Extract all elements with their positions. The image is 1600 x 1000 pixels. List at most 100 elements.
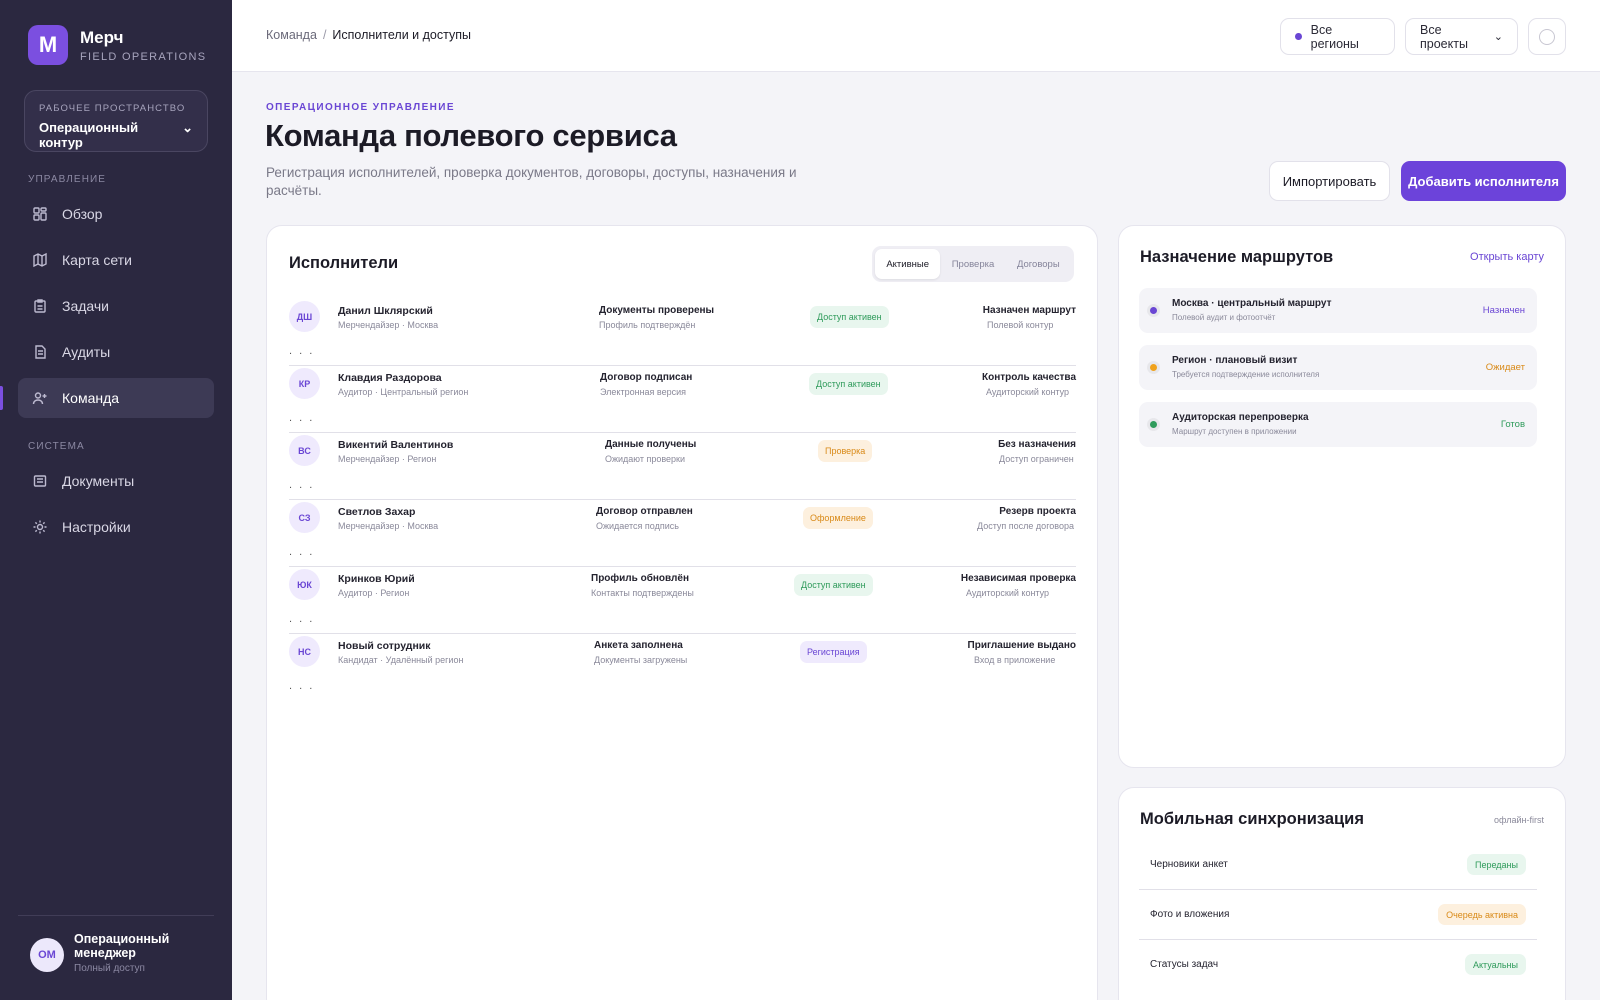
route-title: Аудиторская перепроверка: [1172, 412, 1309, 423]
avatar: КР: [289, 368, 320, 399]
document-substatus: Контакты подтверждены: [591, 588, 694, 598]
document-status: Профиль обновлён: [591, 573, 689, 584]
executors-tabs: Активные Проверка Договоры: [872, 246, 1074, 282]
sync-status-badge: Актуальны: [1464, 954, 1526, 975]
table-row[interactable]: НС Новый сотрудник Кандидат · Удалённый …: [289, 633, 1076, 700]
avatar: ВС: [289, 435, 320, 466]
profile-button[interactable]: [1528, 18, 1566, 55]
assignment-sub: Доступ ограничен: [999, 454, 1074, 464]
sidebar-item-audits[interactable]: Аудиты: [18, 332, 214, 372]
document-substatus: Ожидают проверки: [605, 454, 686, 464]
user-name: Операционный менеджер: [74, 932, 170, 960]
document-substatus: Ожидается подпись: [596, 521, 679, 531]
assignment-sub: Вход в приложение: [974, 655, 1056, 665]
row-more-icon[interactable]: . . .: [289, 613, 314, 625]
route-subtitle: Полевой аудит и фотоотчёт: [1172, 313, 1276, 322]
user-role: Полный доступ: [74, 963, 145, 974]
brand-name: Мерч: [80, 27, 124, 47]
avatar: ОМ: [30, 938, 64, 972]
route-item[interactable]: Регион · плановый визит Требуется подтве…: [1139, 345, 1537, 390]
assignment: Приглашение выдано: [967, 640, 1076, 651]
executor-role: Мерчендайзер · Регион: [338, 454, 437, 464]
assignment-sub: Аудиторский контур: [966, 588, 1050, 598]
status-dot-icon: [1150, 421, 1157, 428]
route-title: Москва · центральный маршрут: [1172, 298, 1332, 309]
row-divider: [289, 365, 1076, 366]
user-profile[interactable]: ОМ Операционный менеджер Полный доступ: [18, 915, 214, 974]
sidebar-item-settings[interactable]: Настройки: [18, 507, 214, 547]
workspace-value: Операционный контур: [39, 120, 139, 150]
document-status: Анкета заполнена: [594, 640, 683, 651]
sync-row: Фото и вложения Очередь активна: [1139, 890, 1537, 940]
routes-card: Назначение маршрутов Открыть карту Москв…: [1118, 225, 1566, 768]
table-row[interactable]: СЗ Светлов Захар Мерчендайзер · Москва Д…: [289, 499, 1076, 566]
table-row[interactable]: ЮК Кринков Юрий Аудитор · Регион Профиль…: [289, 566, 1076, 633]
executor-role: Мерчендайзер · Москва: [338, 521, 439, 531]
table-row[interactable]: ВС Викентий Валентинов Мерчендайзер · Ре…: [289, 432, 1076, 499]
assignment-sub: Аудиторский контур: [986, 387, 1070, 397]
assignment-sub: Полевой контур: [987, 320, 1054, 330]
workspace-label: РАБОЧЕЕ ПРОСТРАНСТВО: [39, 103, 186, 114]
page-title: Команда полевого сервиса: [265, 118, 677, 153]
document-status: Договор подписан: [600, 372, 693, 383]
sidebar-item-label: Команда: [62, 390, 120, 406]
executor-role: Аудитор · Центральный регион: [338, 387, 469, 397]
sidebar-item-label: Обзор: [62, 206, 103, 222]
tab-review[interactable]: Проверка: [940, 249, 1005, 279]
page-subtitle: Регистрация исполнителей, проверка докум…: [266, 165, 797, 198]
table-row[interactable]: КР Клавдия Раздорова Аудитор · Центральн…: [289, 365, 1076, 432]
projects-filter[interactable]: Все проекты ⌄: [1405, 18, 1518, 55]
document-substatus: Электронная версия: [600, 387, 687, 397]
sidebar-item-tasks[interactable]: Задачи: [18, 286, 214, 326]
routes-title: Назначение маршрутов: [1140, 248, 1334, 266]
route-status: Ожидает: [1485, 362, 1525, 373]
route-item[interactable]: Москва · центральный маршрут Полевой ауд…: [1139, 288, 1537, 333]
team-icon: [32, 392, 47, 405]
status-dot-icon: [1150, 364, 1157, 371]
breadcrumb-separator: /: [322, 28, 327, 42]
tab-active[interactable]: Активные: [875, 249, 941, 279]
map-icon: [33, 252, 47, 268]
workspace-selector[interactable]: РАБОЧЕЕ ПРОСТРАНСТВО Операционный контур…: [24, 90, 208, 152]
row-more-icon[interactable]: . . .: [289, 345, 314, 357]
breadcrumb-parent[interactable]: Команда: [266, 28, 317, 42]
executor-name: Кринков Юрий: [338, 573, 415, 585]
status-badge: Доступ активен: [810, 306, 889, 328]
executor-name: Клавдия Раздорова: [338, 372, 442, 384]
assignment: Резерв проекта: [999, 506, 1076, 517]
row-more-icon[interactable]: . . .: [289, 546, 314, 558]
sync-row: Статусы задач Актуальны: [1139, 940, 1537, 990]
row-divider: [289, 566, 1076, 567]
document-status: Договор отправлен: [596, 506, 693, 517]
sidebar-item-label: Карта сети: [62, 252, 132, 268]
regions-filter[interactable]: Все регионы: [1280, 18, 1395, 55]
import-button[interactable]: Импортировать: [1269, 161, 1390, 201]
brand[interactable]: M Мерч FIELD OPERATIONS: [28, 25, 206, 65]
route-item[interactable]: Аудиторская перепроверка Маршрут доступе…: [1139, 402, 1537, 447]
open-map-link[interactable]: Открыть карту: [1470, 251, 1544, 263]
regions-filter-label: Все регионы: [1310, 22, 1359, 51]
sidebar-item-team[interactable]: Команда: [18, 378, 214, 418]
status-badge: Доступ активен: [809, 373, 888, 395]
status-badge: Доступ активен: [794, 574, 873, 596]
row-more-icon[interactable]: . . .: [289, 412, 314, 424]
sync-label: Статусы задач: [1150, 959, 1219, 970]
executor-role: Аудитор · Регион: [338, 588, 410, 598]
section-system-label: СИСТЕМА: [28, 441, 85, 452]
tab-contracts[interactable]: Договоры: [1006, 249, 1071, 279]
sidebar-item-overview[interactable]: Обзор: [18, 194, 214, 234]
assignment: Без назначения: [998, 439, 1076, 450]
region-dot-icon: [1295, 33, 1302, 40]
row-more-icon[interactable]: . . .: [289, 680, 314, 692]
sidebar-item-network-map[interactable]: Карта сети: [18, 240, 214, 280]
executors-card: Исполнители Активные Проверка Договоры Д…: [266, 225, 1098, 1000]
row-more-icon[interactable]: . . .: [289, 479, 314, 491]
table-row[interactable]: ДШ Данил Шклярский Мерчендайзер · Москва…: [289, 298, 1076, 365]
chevron-down-icon: ⌄: [1493, 31, 1503, 43]
sidebar-item-documents[interactable]: Документы: [18, 461, 214, 501]
add-executor-button[interactable]: Добавить исполнителя: [1401, 161, 1566, 201]
route-title: Регион · плановый визит: [1172, 355, 1298, 366]
documents-icon: [33, 475, 47, 487]
avatar: СЗ: [289, 502, 320, 533]
route-status: Готов: [1500, 419, 1525, 430]
